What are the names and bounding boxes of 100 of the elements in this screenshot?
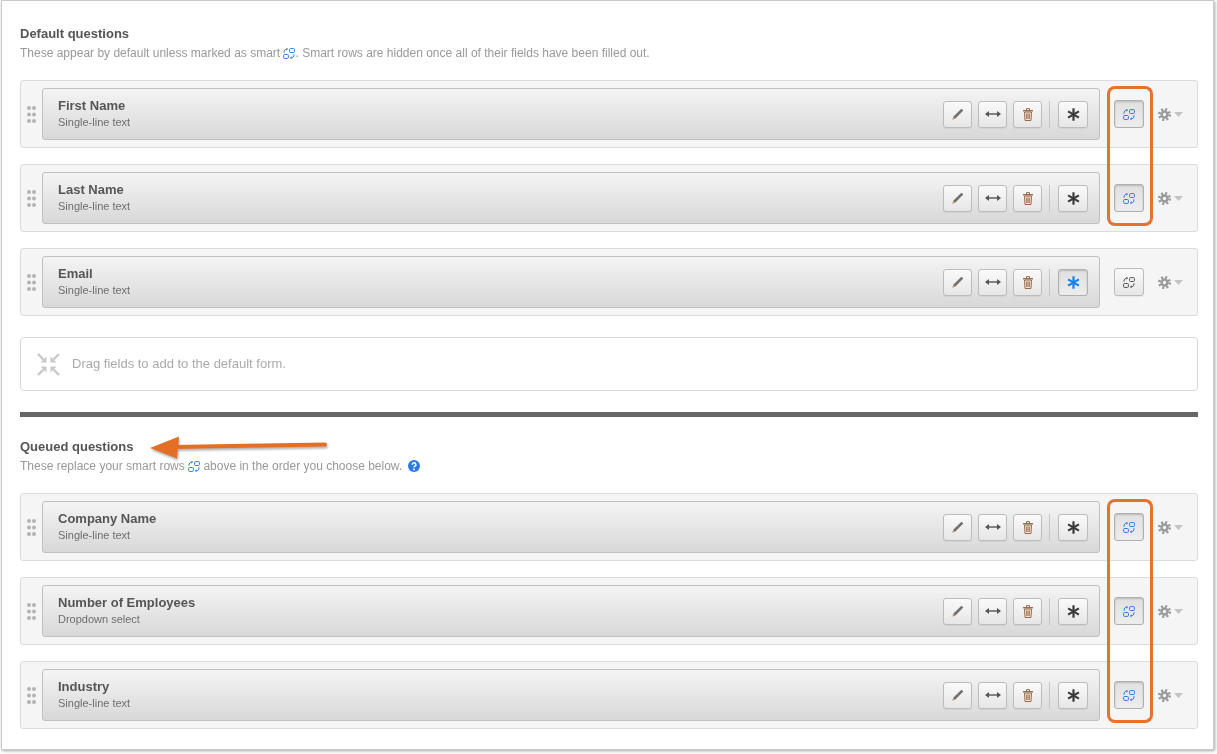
compress-arrows-icon: [37, 352, 60, 376]
asterisk-icon: [1066, 191, 1080, 205]
delete-button[interactable]: [1013, 597, 1042, 625]
gear-icon: [1158, 275, 1171, 289]
edit-button[interactable]: [943, 268, 972, 296]
asterisk-icon: [1066, 107, 1080, 121]
swap-squares-icon: [1123, 521, 1135, 533]
double-arrow-icon: [984, 194, 1001, 202]
field-type: Single-line text: [58, 114, 131, 129]
trash-icon: [1022, 688, 1033, 702]
swap-squares-icon: [1123, 689, 1135, 701]
edit-button[interactable]: [943, 681, 972, 709]
edit-button[interactable]: [943, 597, 972, 625]
gear-icon: [1158, 107, 1171, 121]
required-button[interactable]: [1058, 597, 1088, 625]
settings-menu-button[interactable]: [1158, 688, 1184, 702]
smart-toggle-button[interactable]: [1114, 681, 1144, 709]
double-arrow-icon: [984, 523, 1001, 531]
pencil-icon: [951, 192, 964, 204]
swap-squares-icon: [1123, 276, 1135, 288]
double-arrow-icon: [984, 110, 1001, 118]
resize-button[interactable]: [978, 681, 1007, 709]
edit-button[interactable]: [943, 184, 972, 212]
section-description: These replace your smart rows: [20, 459, 186, 473]
caret-icon: [1174, 111, 1183, 117]
resize-button[interactable]: [978, 100, 1007, 128]
drop-zone-hint: Drag fields to add to the default form.: [72, 356, 286, 372]
edit-button[interactable]: [943, 100, 972, 128]
delete-button[interactable]: [1013, 184, 1042, 212]
resize-button[interactable]: [978, 184, 1007, 212]
trash-icon: [1022, 191, 1033, 205]
pencil-icon: [951, 521, 964, 533]
asterisk-icon: [1066, 520, 1080, 534]
trash-icon: [1022, 520, 1033, 534]
smart-toggle-button[interactable]: [1114, 184, 1144, 212]
trash-icon: [1022, 604, 1033, 618]
resize-button[interactable]: [978, 268, 1007, 296]
resize-button[interactable]: [978, 597, 1007, 625]
caret-icon: [1174, 195, 1183, 201]
caret-icon: [1174, 524, 1183, 530]
pencil-icon: [951, 689, 964, 701]
required-button[interactable]: [1058, 513, 1088, 541]
field-label: Industry: [58, 678, 110, 695]
field-type: Single-line text: [58, 198, 131, 213]
required-button[interactable]: [1058, 681, 1088, 709]
double-arrow-icon: [984, 691, 1001, 699]
trash-icon: [1022, 107, 1033, 121]
smart-toggle-button[interactable]: [1114, 100, 1144, 128]
trash-icon: [1022, 275, 1033, 289]
section-description: These appear by default unless marked as smart: [20, 46, 282, 60]
smart-toggle-button[interactable]: [1114, 513, 1144, 541]
field-type: Single-line text: [58, 695, 131, 710]
required-button[interactable]: [1058, 184, 1088, 212]
swap-squares-icon: [283, 48, 296, 59]
field-label: Company Name: [58, 510, 157, 527]
field-type: Single-line text: [58, 527, 131, 542]
smart-toggle-button[interactable]: [1114, 268, 1144, 296]
help-icon[interactable]: [408, 460, 421, 472]
settings-menu-button[interactable]: [1158, 604, 1184, 618]
edit-button[interactable]: [943, 513, 972, 541]
gear-icon: [1158, 520, 1171, 534]
section-description: above in the order you choose below.: [202, 459, 403, 473]
settings-menu-button[interactable]: [1158, 520, 1184, 534]
caret-icon: [1174, 279, 1183, 285]
field-label: Number of Employees: [58, 594, 196, 611]
field-label: Email: [58, 265, 93, 282]
caret-icon: [1174, 692, 1183, 698]
field-label: Last Name: [58, 181, 124, 198]
settings-menu-button[interactable]: [1158, 107, 1184, 121]
drag-handle-icon[interactable]: [27, 105, 36, 123]
drag-handle-icon[interactable]: [27, 189, 36, 207]
drag-handle-icon[interactable]: [27, 686, 36, 704]
settings-menu-button[interactable]: [1158, 275, 1184, 289]
asterisk-icon: [1066, 688, 1080, 702]
field-type: Single-line text: [58, 282, 131, 297]
double-arrow-icon: [984, 607, 1001, 615]
asterisk-icon: [1066, 275, 1080, 289]
delete-button[interactable]: [1013, 513, 1042, 541]
gear-icon: [1158, 688, 1171, 702]
delete-button[interactable]: [1013, 681, 1042, 709]
section-title: Default questions: [20, 26, 130, 42]
pencil-icon: [951, 276, 964, 288]
gear-icon: [1158, 604, 1171, 618]
drag-handle-icon[interactable]: [27, 602, 36, 620]
required-button[interactable]: [1058, 100, 1088, 128]
swap-squares-icon: [188, 461, 201, 472]
drag-handle-icon[interactable]: [27, 273, 36, 291]
resize-button[interactable]: [978, 513, 1007, 541]
settings-menu-button[interactable]: [1158, 191, 1184, 205]
smart-toggle-button[interactable]: [1114, 597, 1144, 625]
swap-squares-icon: [1123, 605, 1135, 617]
swap-squares-icon: [1123, 192, 1135, 204]
delete-button[interactable]: [1013, 268, 1042, 296]
gear-icon: [1158, 191, 1171, 205]
field-type: Dropdown select: [58, 611, 140, 626]
pencil-icon: [951, 108, 964, 120]
drag-handle-icon[interactable]: [27, 518, 36, 536]
swap-squares-icon: [1123, 108, 1135, 120]
pencil-icon: [951, 605, 964, 617]
delete-button[interactable]: [1013, 100, 1042, 128]
